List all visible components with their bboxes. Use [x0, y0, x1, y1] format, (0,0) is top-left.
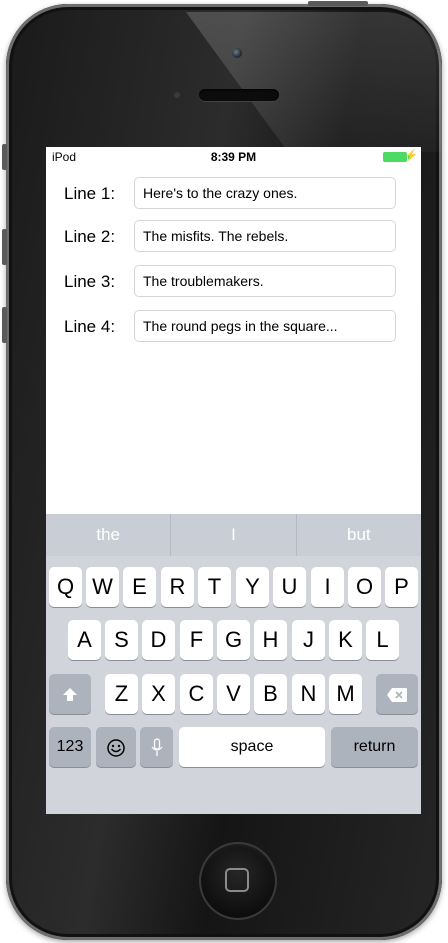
key-s[interactable]: S: [105, 620, 138, 660]
line-3-label: Line 3:: [64, 272, 116, 291]
earpiece-speaker: [199, 89, 279, 101]
line-4-field[interactable]: The round pegs in the square...: [134, 310, 396, 342]
shift-arrow-icon: [63, 688, 77, 702]
key-o[interactable]: O: [348, 567, 381, 607]
home-square-icon: [225, 868, 249, 892]
key-y[interactable]: Y: [236, 567, 269, 607]
key-f[interactable]: F: [180, 620, 213, 660]
shift-key[interactable]: [49, 674, 91, 714]
home-button[interactable]: [199, 842, 277, 920]
return-key[interactable]: return: [331, 727, 418, 767]
key-x[interactable]: X: [142, 674, 175, 714]
volume-up-button: [2, 229, 7, 265]
key-k[interactable]: K: [329, 620, 362, 660]
key-z[interactable]: Z: [105, 674, 138, 714]
screen: iPod 8:39 PM ⚡ Line 1: Here's to the cra…: [46, 147, 421, 814]
key-d[interactable]: D: [142, 620, 175, 660]
status-bar: iPod 8:39 PM ⚡: [46, 147, 421, 167]
front-camera: [232, 48, 242, 58]
keyboard: the I but Q W E R T Y U I O P A S D F G …: [46, 514, 421, 814]
emoji-icon: [107, 739, 125, 757]
key-j[interactable]: J: [292, 620, 325, 660]
screen-glare: [186, 12, 441, 152]
key-v[interactable]: V: [217, 674, 250, 714]
key-t[interactable]: T: [198, 567, 231, 607]
line-3-field[interactable]: The troublemakers.: [134, 265, 396, 297]
microphone-icon: [151, 738, 162, 757]
key-g[interactable]: G: [217, 620, 250, 660]
form-row-2: Line 2: The misfits. The rebels.: [46, 220, 421, 254]
bolt-icon: ⚡: [404, 150, 418, 162]
key-w[interactable]: W: [86, 567, 119, 607]
space-key[interactable]: space: [179, 727, 325, 767]
emoji-key[interactable]: [96, 727, 136, 767]
line-2-field[interactable]: The misfits. The rebels.: [134, 220, 396, 252]
volume-down-button: [2, 307, 7, 343]
key-l[interactable]: L: [366, 620, 399, 660]
numbers-key[interactable]: 123: [49, 727, 91, 767]
key-u[interactable]: U: [273, 567, 306, 607]
prediction-bar: the I but: [46, 514, 421, 556]
mute-switch: [2, 144, 7, 170]
key-r[interactable]: R: [161, 567, 194, 607]
microphone-key[interactable]: [140, 727, 173, 767]
prediction-3[interactable]: but: [297, 514, 421, 556]
delete-key[interactable]: [376, 674, 418, 714]
key-a[interactable]: A: [68, 620, 101, 660]
form-row-4: Line 4: The round pegs in the square...: [46, 310, 421, 344]
key-c[interactable]: C: [180, 674, 213, 714]
line-4-label: Line 4:: [64, 317, 116, 336]
line-1-field[interactable]: Here's to the crazy ones.: [134, 177, 396, 209]
line-1-label: Line 1:: [64, 184, 116, 203]
key-i[interactable]: I: [311, 567, 344, 607]
line-2-label: Line 2:: [64, 227, 116, 246]
prediction-2[interactable]: I: [171, 514, 297, 556]
proximity-sensor: [174, 92, 180, 98]
key-p[interactable]: P: [385, 567, 418, 607]
key-e[interactable]: E: [123, 567, 156, 607]
delete-icon: [387, 688, 407, 703]
key-q[interactable]: Q: [49, 567, 82, 607]
key-h[interactable]: H: [254, 620, 287, 660]
form-row-3: Line 3: The troublemakers.: [46, 265, 421, 299]
key-n[interactable]: N: [292, 674, 325, 714]
key-b[interactable]: B: [254, 674, 287, 714]
key-m[interactable]: M: [329, 674, 362, 714]
status-time: 8:39 PM: [210, 150, 257, 164]
prediction-1[interactable]: the: [46, 514, 172, 556]
form-row-1: Line 1: Here's to the crazy ones.: [46, 177, 421, 211]
sleep-button: [308, 1, 368, 6]
